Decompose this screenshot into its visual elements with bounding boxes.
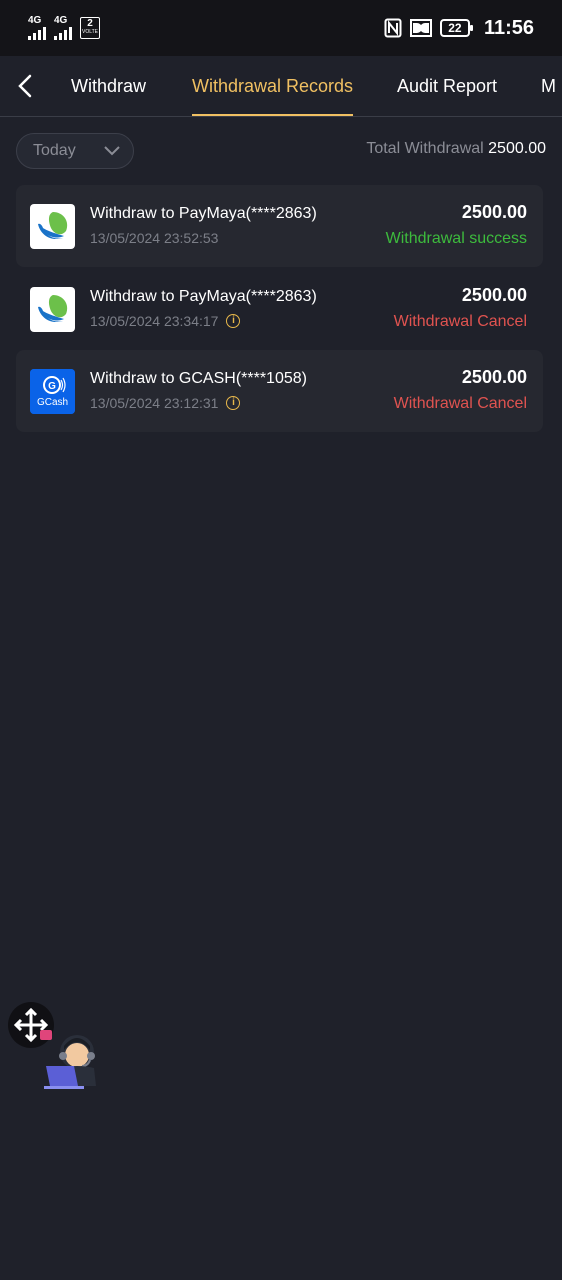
tab-withdrawal-records[interactable]: Withdrawal Records	[192, 56, 354, 116]
nfc-icon	[384, 18, 402, 38]
record-amount: 2500.00	[461, 202, 527, 222]
tab-more[interactable]: M	[541, 56, 556, 116]
clock: 11:56	[483, 16, 534, 39]
record-amount: 2500.00	[461, 367, 527, 387]
record-status: Withdrawal Cancel	[393, 313, 527, 330]
paymaya-icon	[30, 204, 75, 249]
record-item[interactable]: G GCash Withdraw to GCASH(****1058) 13/0…	[16, 350, 543, 432]
customer-service-icon[interactable]	[40, 1026, 110, 1092]
record-title: Withdraw to PayMaya(****2863)	[90, 288, 317, 305]
dolby-icon	[409, 19, 432, 37]
network-label: 4G	[28, 15, 42, 26]
volte-icon: 2 VOLTE	[80, 17, 100, 39]
battery-level: 22	[448, 21, 462, 35]
volte-number: 2	[87, 18, 93, 29]
total-value: 2500.00	[488, 140, 546, 157]
svg-text:G: G	[48, 381, 56, 392]
status-left: 4G 4G 2 VOLTE	[28, 16, 100, 40]
record-date-text: 13/05/2024 23:34:17	[90, 313, 219, 329]
record-title: Withdraw to PayMaya(****2863)	[90, 205, 317, 222]
tab-withdraw[interactable]: Withdraw	[71, 56, 146, 116]
record-title: Withdraw to GCASH(****1058)	[90, 370, 307, 387]
network-label-2: 4G	[54, 15, 68, 26]
tab-audit-report[interactable]: Audit Report	[397, 56, 497, 116]
total-withdrawal: Total Withdrawal 2500.00	[366, 140, 546, 158]
battery-icon: 22	[439, 19, 473, 37]
gcash-label: GCash	[36, 397, 69, 408]
total-label: Total Withdrawal	[366, 140, 484, 157]
date-filter-dropdown[interactable]: Today	[16, 133, 134, 169]
record-amount: 2500.00	[461, 285, 527, 305]
record-date: 13/05/2024 23:52:53	[90, 230, 218, 246]
record-date-text: 13/05/2024 23:52:53	[90, 230, 219, 246]
date-filter-label: Today	[33, 142, 76, 159]
record-item[interactable]: Withdraw to PayMaya(****2863) 13/05/2024…	[16, 185, 543, 267]
record-item[interactable]: Withdraw to PayMaya(****2863) 13/05/2024…	[16, 268, 543, 350]
signal-icon-2: 4G	[54, 16, 72, 40]
status-right: 22 11:56	[384, 17, 534, 40]
signal-icon: 4G	[28, 16, 46, 40]
record-date: 13/05/2024 23:34:17 i	[90, 313, 241, 329]
info-icon[interactable]: i	[226, 314, 241, 328]
record-status: Withdrawal Cancel	[393, 395, 527, 412]
tab-bar: Withdraw Withdrawal Records Audit Report…	[0, 56, 562, 117]
status-bar: 4G 4G 2 VOLTE 22 11:56	[0, 0, 562, 56]
chevron-down-icon	[104, 146, 120, 156]
paymaya-icon	[30, 287, 75, 332]
record-date-text: 13/05/2024 23:12:31	[90, 395, 219, 411]
record-status: Withdrawal success	[385, 230, 527, 247]
gcash-icon: G GCash	[30, 369, 75, 414]
record-date: 13/05/2024 23:12:31 i	[90, 395, 241, 411]
info-icon[interactable]: i	[226, 396, 241, 410]
back-arrow-icon[interactable]	[14, 72, 38, 100]
volte-text: VOLTE	[81, 29, 99, 35]
